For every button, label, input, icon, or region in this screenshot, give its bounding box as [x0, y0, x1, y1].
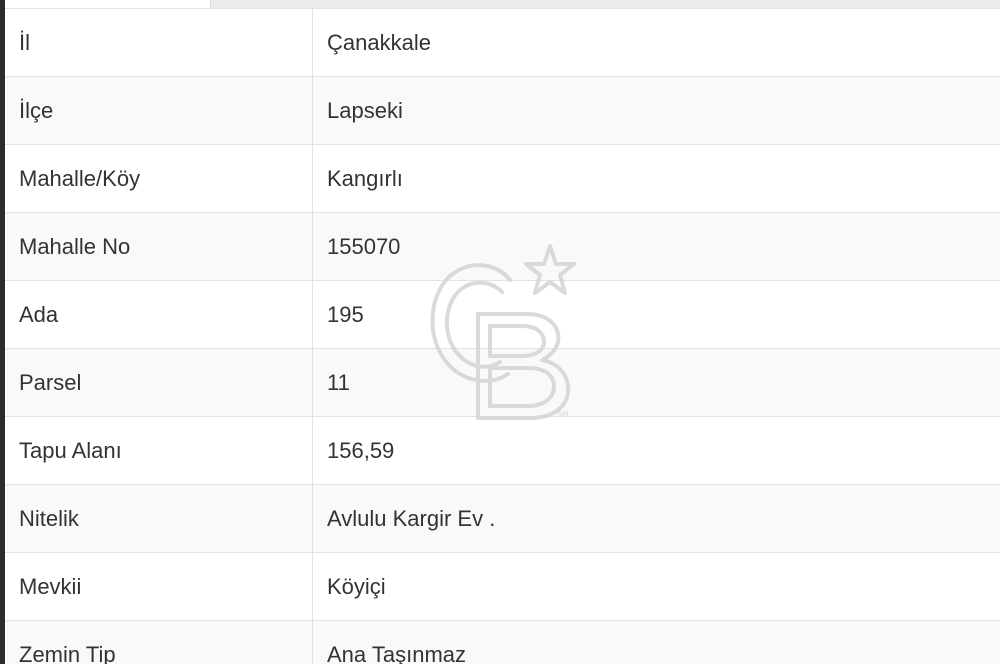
property-details-table: İl Çanakkale İlçe Lapseki Mahalle/Köy Ka… — [5, 8, 1000, 664]
row-label: İl — [5, 8, 313, 77]
row-label: Mahalle No — [5, 212, 313, 281]
table-row: Ada 195 — [5, 280, 1000, 349]
row-label: İlçe — [5, 76, 313, 145]
row-label: Mahalle/Köy — [5, 144, 313, 213]
row-label: Zemin Tip — [5, 620, 313, 664]
table-row: Nitelik Avlulu Kargir Ev . — [5, 484, 1000, 553]
table-row: Mevkii Köyiçi — [5, 552, 1000, 621]
table-row: İlçe Lapseki — [5, 76, 1000, 145]
window-edge — [0, 0, 5, 664]
table-row: Zemin Tip Ana Taşınmaz — [5, 620, 1000, 664]
table-row: Tapu Alanı 156,59 — [5, 416, 1000, 485]
row-value: Avlulu Kargir Ev . — [312, 484, 1000, 553]
property-info-panel: İl Çanakkale İlçe Lapseki Mahalle/Köy Ka… — [0, 0, 1000, 664]
active-tab[interactable] — [5, 0, 211, 8]
row-value: Lapseki — [312, 76, 1000, 145]
row-value: 156,59 — [312, 416, 1000, 485]
row-value: Ana Taşınmaz — [312, 620, 1000, 664]
table-row: Mahalle/Köy Kangırlı — [5, 144, 1000, 213]
row-value: Kangırlı — [312, 144, 1000, 213]
table-row: Mahalle No 155070 — [5, 212, 1000, 281]
row-value: 155070 — [312, 212, 1000, 281]
row-label: Nitelik — [5, 484, 313, 553]
row-label: Mevkii — [5, 552, 313, 621]
row-value: 195 — [312, 280, 1000, 349]
row-value: Çanakkale — [312, 8, 1000, 77]
table-row: Parsel 11 — [5, 348, 1000, 417]
table-row: İl Çanakkale — [5, 8, 1000, 77]
row-value: 11 — [312, 348, 1000, 417]
row-value: Köyiçi — [312, 552, 1000, 621]
row-label: Parsel — [5, 348, 313, 417]
row-label: Ada — [5, 280, 313, 349]
row-label: Tapu Alanı — [5, 416, 313, 485]
